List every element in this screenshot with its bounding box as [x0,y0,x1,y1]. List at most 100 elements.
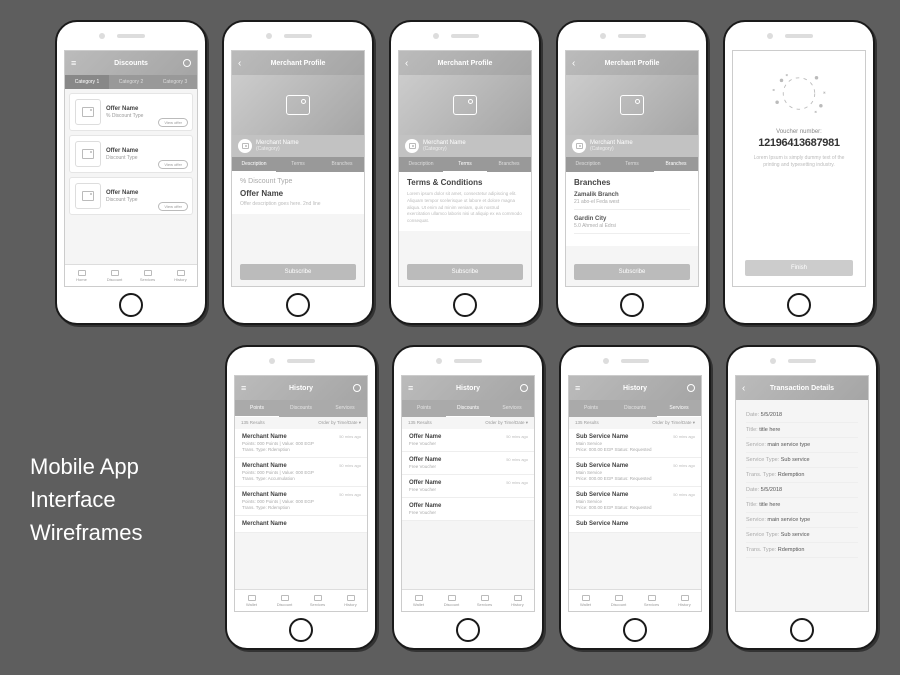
tabbar-discount[interactable]: Discount [268,590,301,611]
offer-card[interactable]: Offer Name% Discount Type View offer [69,93,193,131]
tab-description[interactable]: Description [399,157,443,172]
tab-terms[interactable]: Terms [610,157,654,172]
tab-discounts[interactable]: Discounts [446,400,490,417]
notification-icon[interactable] [520,384,528,392]
phone-history-points: ≡ History Points Discounts Services 135 R… [225,345,377,650]
offer-card[interactable]: Offer NameDiscount Type View offer [69,135,193,173]
tab-discounts[interactable]: Discounts [279,400,323,417]
tab-category[interactable]: Category 3 [153,75,197,89]
offer-name: Offer Name [106,190,187,196]
history-item[interactable]: 50 mins ago Sub Service NameMain Service… [569,487,701,516]
home-button-icon[interactable] [453,293,477,317]
tab-services[interactable]: Services [490,400,534,417]
back-icon[interactable]: ‹ [405,58,408,69]
history-item[interactable]: 50 mins agoSub Service NameMain ServiceP… [569,458,701,487]
tab-terms[interactable]: Terms [443,157,487,172]
view-offer-button[interactable]: View offer [158,202,188,211]
history-item[interactable]: 50 mins agoMerchant NamePoints: 000 Poin… [235,429,367,458]
history-item[interactable]: 50 mins agoMerchant NamePoints: 000 Poin… [235,458,367,487]
tab-branches[interactable]: Branches [654,157,698,172]
order-by-dropdown[interactable]: Order by Time/Date ▾ [652,420,695,426]
history-item[interactable]: Sub Service Name [569,516,701,533]
tabbar-history[interactable]: History [334,590,367,611]
home-button-icon[interactable] [119,293,143,317]
tab-discounts[interactable]: Discounts [613,400,657,417]
header-title: History [456,385,480,392]
home-button-icon[interactable] [623,618,647,642]
header-title: Merchant Profile [438,60,493,67]
subscribe-button[interactable]: Subscribe [240,264,356,280]
tabbar-services[interactable]: Services [131,265,164,286]
tab-points[interactable]: Points [402,400,446,417]
home-button-icon[interactable] [456,618,480,642]
celebration-icon [764,66,834,121]
offer-card[interactable]: Offer NameDiscount Type View offer [69,177,193,215]
tab-points[interactable]: Points [569,400,613,417]
tab-services[interactable]: Services [657,400,701,417]
tab-points[interactable]: Points [235,400,279,417]
header: ≡ Discounts [65,51,197,75]
tab-category[interactable]: Category 2 [109,75,153,89]
notification-icon[interactable] [183,59,191,67]
tabbar-history[interactable]: History [501,590,534,611]
subscribe-button[interactable]: Subscribe [407,264,523,280]
subscribe-button[interactable]: Subscribe [574,264,690,280]
tab-services[interactable]: Services [323,400,367,417]
tab-branches[interactable]: Branches [487,157,531,172]
home-button-icon[interactable] [787,293,811,317]
tabbar-services[interactable]: Services [301,590,334,611]
tabbar-wallet[interactable]: Wallet [569,590,602,611]
phone-merchant-description: ‹Merchant Profile Merchant Name(Category… [222,20,374,325]
notification-icon[interactable] [687,384,695,392]
back-icon[interactable]: ‹ [572,58,575,69]
menu-icon[interactable]: ≡ [575,383,580,393]
notification-icon[interactable] [353,384,361,392]
tab-description[interactable]: Description [232,157,276,172]
history-item[interactable]: 50 mins agoOffer NameFree Voucher [402,452,534,475]
menu-icon[interactable]: ≡ [71,58,76,68]
home-button-icon[interactable] [620,293,644,317]
results-count: 135 Results [241,420,265,426]
order-by-dropdown[interactable]: Order by Time/Date ▾ [318,420,361,426]
history-item[interactable]: Offer NameFree Voucher [402,498,534,521]
voucher-description: Lorem Ipsum is simply dummy text of the … [745,155,853,169]
tabbar-discount[interactable]: Discount [435,590,468,611]
home-button-icon[interactable] [286,293,310,317]
history-item[interactable]: Merchant Name [235,516,367,533]
phone-discounts: ≡ Discounts Category 1 Category 2 Catego… [55,20,207,325]
menu-icon[interactable]: ≡ [241,383,246,393]
history-item[interactable]: 50 mins agoMerchant NamePoints: 000 Poin… [235,487,367,516]
tabbar-services[interactable]: Services [635,590,668,611]
home-button-icon[interactable] [289,618,313,642]
tabbar-wallet[interactable]: Wallet [402,590,435,611]
tab-category[interactable]: Category 1 [65,75,109,89]
tabbar-wallet[interactable]: Wallet [235,590,268,611]
view-offer-button[interactable]: View offer [158,118,188,127]
tabbar-history[interactable]: History [668,590,701,611]
view-offer-button[interactable]: View offer [158,160,188,169]
back-icon[interactable]: ‹ [742,383,745,394]
tabbar-discount[interactable]: Discount [602,590,635,611]
detail-row: Title: title here [746,423,858,438]
header-title: Transaction Details [770,385,834,392]
tab-description[interactable]: Description [566,157,610,172]
phone-merchant-terms: ‹Merchant Profile Merchant Name(Category… [389,20,541,325]
tabbar-home[interactable]: Home [65,265,98,286]
finish-button[interactable]: Finish [745,260,853,276]
tabbar-history[interactable]: History [164,265,197,286]
offer-description: Offer description goes here. 2nd line [240,201,356,208]
order-by-dropdown[interactable]: Order by Time/Date ▾ [485,420,528,426]
history-item[interactable]: 50 mins agoOffer NameFree Voucher [402,475,534,498]
menu-icon[interactable]: ≡ [408,383,413,393]
history-item[interactable]: 50 mins agoOffer NameFree Voucher [402,429,534,452]
tab-terms[interactable]: Terms [276,157,320,172]
tabbar-services[interactable]: Services [468,590,501,611]
back-icon[interactable]: ‹ [238,58,241,69]
branches-title: Branches [574,178,690,187]
tabbar-discount[interactable]: Discount [98,265,131,286]
branch-item[interactable]: Gardin City5.0 Ahmed al Edrsi [574,216,690,234]
branch-item[interactable]: Zamalik Branch21 abo-el Feda west [574,192,690,210]
history-item[interactable]: 50 mins agoSub Service NameMain ServiceP… [569,429,701,458]
home-button-icon[interactable] [790,618,814,642]
tab-branches[interactable]: Branches [320,157,364,172]
